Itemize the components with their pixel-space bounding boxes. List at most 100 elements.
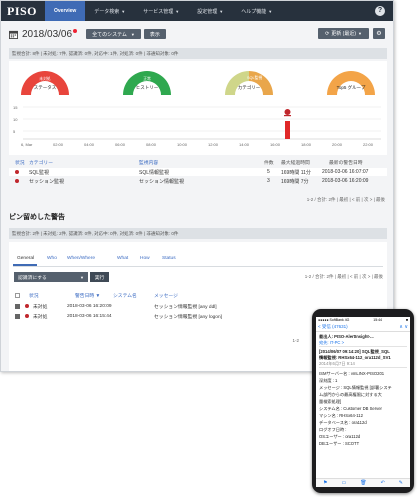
row-latest: 2018-03-06 16:07:07 — [322, 169, 369, 175]
chevron-down-icon: ▼ — [268, 8, 273, 14]
smartphone-mockup: ●●●●● SoftBank 4G 15:44 ■ < 受信 (47631) ∧… — [312, 309, 414, 493]
calendar-icon[interactable] — [9, 30, 18, 39]
header-message[interactable]: メッセージ — [154, 292, 178, 299]
tab-divider — [13, 266, 383, 267]
row-checkbox[interactable] — [15, 313, 20, 319]
tab-general[interactable]: General — [17, 256, 34, 261]
chevron-down-icon: ▼ — [219, 8, 224, 14]
row-datetime: 2018-03-06 16:15:44 — [67, 313, 112, 319]
chevron-down-icon: ▼ — [121, 8, 126, 14]
y-tick: 10 — [13, 117, 18, 122]
tab-who[interactable]: Who — [47, 256, 57, 261]
refresh-button-label: 更新 (最近) — [331, 31, 357, 37]
nav-overview[interactable]: Overview — [45, 1, 86, 21]
nav-data-search[interactable]: データ検索 ▼ — [85, 1, 134, 21]
show-button[interactable]: 表示 — [143, 29, 166, 39]
row-category: SQL監視 — [29, 169, 50, 176]
header-status[interactable]: 状況 — [29, 292, 39, 299]
system-select[interactable]: 全てのシステム ▼ — [86, 29, 141, 39]
table-header: 状況 カテゴリー 監視内容 件数 最大経過時間 最新の警告日時 — [9, 158, 387, 166]
row-content: SQL情報監視 — [139, 169, 170, 176]
gauge-status-inner: 未対処 — [39, 77, 51, 81]
selected-date[interactable]: 2018/03/06 — [22, 29, 72, 40]
refresh-icon: ⟳ — [325, 30, 330, 37]
execute-button[interactable]: 実行 — [90, 272, 109, 282]
header-category[interactable]: カテゴリー — [29, 159, 53, 166]
top-nav: PISO Overview データ検索 ▼ サービス管理 ▼ 設定管理 ▼ ヘルプ機能… — [1, 1, 393, 21]
mail-divider — [319, 367, 407, 368]
gauge-top5-label: Top5 グループ — [336, 85, 366, 90]
row-message: セッション情報監視 [any logon] — [154, 314, 222, 320]
x-tick: 06:00 — [115, 142, 126, 147]
back-to-inbox[interactable]: < 受信 (47631) — [318, 324, 348, 330]
header-system[interactable]: システム名 — [113, 292, 137, 299]
battery-icon: ■ — [405, 318, 408, 322]
alerts-header: 状況 警告日時 ▼ システム名 メッセージ — [9, 291, 387, 299]
gear-icon[interactable]: ⚙ — [373, 28, 385, 39]
overview-charts: ステータス 未対処 ヒストリー 正常 カテゴリー SQL監視 Top5 グループ — [9, 61, 387, 155]
mail-toolbar: ⚑ ▭ 🗑 ↶ ✎ — [316, 478, 410, 487]
tab-what[interactable]: What — [117, 256, 128, 261]
row-max-elapsed: 169時間 11分 — [281, 169, 311, 176]
mail-body-line: データベース名 : ora112d — [319, 420, 367, 425]
header-status[interactable]: 状況 — [15, 159, 25, 166]
row-status: 未対処 — [33, 314, 48, 320]
table-row[interactable]: SQL監視 SQL情報監視 5 169時間 11分 2018-03-06 16:… — [9, 168, 387, 176]
gauge-status[interactable]: ステータス 未対処 — [15, 65, 75, 97]
header-max-elapsed: 最大経過時間 — [281, 160, 310, 166]
phone-screen: ●●●●● SoftBank 4G 15:44 ■ < 受信 (47631) ∧… — [316, 317, 410, 487]
header-content[interactable]: 監視内容 — [139, 159, 158, 166]
alerts-bottom-pager[interactable]: 1-2 — [292, 338, 299, 343]
nav-settings[interactable]: 設定管理 ▼ — [188, 1, 232, 21]
status-action-select[interactable]: 認識済にする ▼ — [14, 272, 88, 282]
mail-body-line: DBユーザー : SCOTT — [319, 441, 360, 446]
carrier-signal: ●●●●● SoftBank 4G — [318, 318, 350, 322]
tab-how[interactable]: How — [140, 256, 150, 261]
x-tick: 10:00 — [177, 142, 188, 147]
table-row[interactable]: セッション監視 セッション情報監視 3 169時間 7分 2018-03-06 … — [9, 177, 387, 185]
summary-bar: 監視合計: 8件 | 未対処: 7件, 認識済: 0件, 対応中: 1件, 対処… — [9, 48, 387, 59]
system-select-value: 全てのシステム — [92, 31, 127, 38]
gauge-history[interactable]: ヒストリー 正常 — [117, 65, 177, 97]
mail-header: < 受信 (47631) ∧ ∨ — [316, 323, 410, 332]
gauge-category[interactable]: カテゴリー SQL監視 — [219, 65, 279, 97]
trash-icon[interactable]: 🗑 — [360, 480, 366, 486]
x-tick: 6, Mar — [21, 142, 33, 147]
mail-body-line: OSユーザー : ora112d — [319, 434, 361, 439]
header-count: 件数 — [264, 160, 274, 166]
nav-help[interactable]: ヘルプ機能 ▼ — [232, 1, 281, 21]
gauge-category-arc — [225, 71, 273, 95]
mail-nav-arrows-icon[interactable]: ∧ ∨ — [399, 324, 408, 330]
nav-settings-label: 設定管理 — [197, 8, 218, 15]
piso-logo[interactable]: PISO — [1, 1, 45, 21]
summary-pager[interactable]: 1-2 / 合計: 2件 | 最初 | < 前 | 次 > | 最後 — [307, 197, 385, 203]
row-checkbox[interactable] — [15, 303, 20, 309]
timeline-bar[interactable] — [285, 121, 290, 139]
x-tick: 22:00 — [363, 142, 374, 147]
alerts-pager[interactable]: 1-2 / 合計: 2件 | 最初 | < 前 | 次 > | 最後 — [305, 274, 383, 280]
row-count: 5 — [267, 169, 270, 175]
status-dot — [15, 170, 19, 174]
flag-icon[interactable]: ⚑ — [323, 480, 327, 486]
status-dot — [15, 179, 19, 183]
tab-status[interactable]: Status — [162, 256, 176, 261]
select-all-checkbox[interactable] — [15, 292, 20, 298]
gauge-category-label: カテゴリー — [237, 85, 261, 90]
row-count: 3 — [267, 178, 270, 184]
status-dot — [25, 304, 29, 308]
mail-body-line: マシン名 : RHSx64-112 — [319, 413, 363, 418]
chevron-down-icon: ▼ — [80, 274, 84, 280]
reply-icon[interactable]: ↶ — [381, 480, 385, 486]
compose-icon[interactable]: ✎ — [399, 480, 403, 486]
header-latest: 最新の警告日時 — [329, 160, 363, 166]
help-icon[interactable]: ? — [375, 6, 385, 16]
folder-icon[interactable]: ▭ — [341, 480, 346, 486]
refresh-button[interactable]: ⟳ 更新 (最近) ▼ — [318, 28, 369, 39]
alert-timeline: 15 10 5 6, Mar 02:00 04:00 06:00 08:00 1… — [13, 101, 383, 153]
header-datetime[interactable]: 警告日時 ▼ — [75, 292, 100, 299]
x-tick: 04:00 — [84, 142, 95, 147]
nav-service-management[interactable]: サービス管理 ▼ — [134, 1, 188, 21]
gauge-top5-group[interactable]: Top5 グループ — [321, 65, 381, 97]
tab-when-where[interactable]: When/Where — [67, 256, 95, 261]
row-content: セッション情報監視 — [139, 178, 185, 185]
